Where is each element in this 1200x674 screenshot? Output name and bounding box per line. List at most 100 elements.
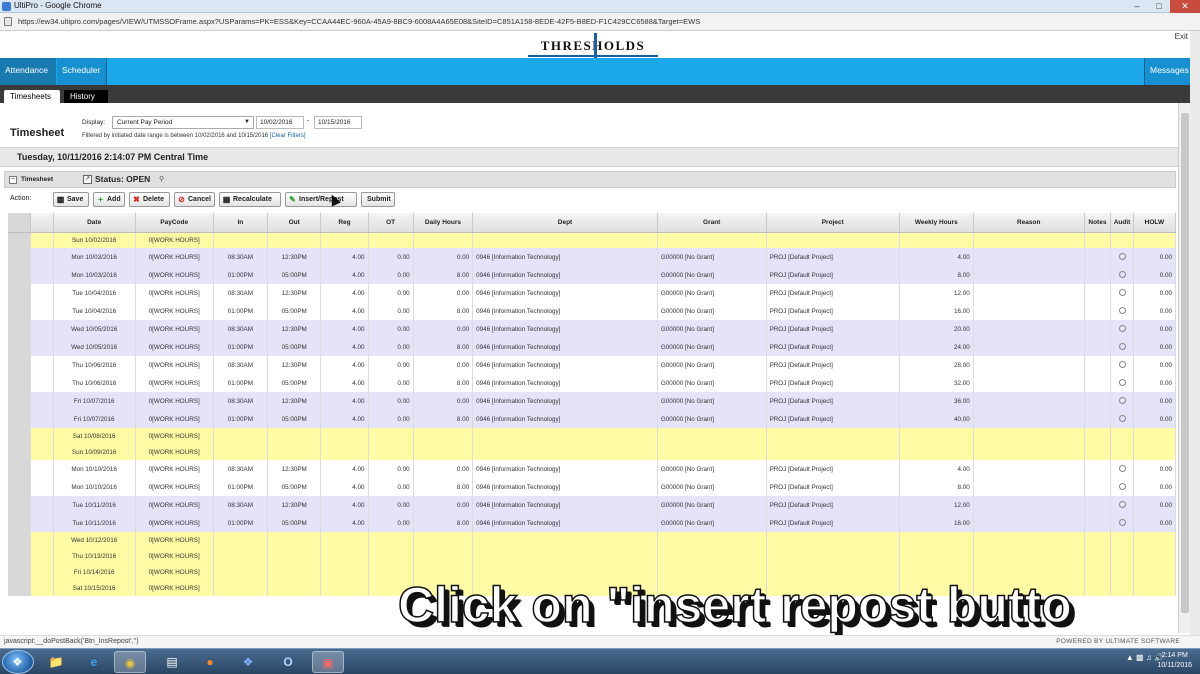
start-date-input[interactable]: 10/02/2016 [256, 116, 304, 129]
cell-audit[interactable] [1110, 478, 1134, 496]
table-row[interactable]: Sun 10/09/2016 0[WORK HOURS] [8, 444, 1176, 460]
audit-magnifier-icon[interactable] [1118, 306, 1126, 314]
cell-paycode[interactable]: 0[WORK HOURS] [135, 428, 214, 444]
cell-dept[interactable]: 0946 [Information Technology] [472, 356, 658, 374]
cell-date[interactable]: Tue 10/11/2016 [53, 496, 136, 514]
cell-paycode[interactable]: 0[WORK HOURS] [135, 284, 214, 302]
cell-weekly[interactable] [899, 532, 974, 548]
cell-in[interactable]: 01:00PM [213, 514, 269, 532]
cell-holw[interactable]: 0.00 [1133, 266, 1176, 284]
cell-paycode[interactable]: 0[WORK HOURS] [135, 338, 214, 356]
cell-audit[interactable] [1110, 302, 1134, 320]
cell-project[interactable] [766, 532, 900, 548]
cell-in[interactable]: 08:30AM [213, 392, 269, 410]
cell-ot[interactable]: 0.00 [368, 338, 414, 356]
table-row[interactable]: Tue 10/11/2016 0[WORK HOURS] 08:30AM 12:30P… [8, 496, 1176, 514]
cell-ot[interactable]: 0.00 [368, 266, 414, 284]
firefox-icon[interactable]: ● [194, 651, 226, 673]
cell-dept[interactable]: 0946 [Information Technology] [472, 392, 658, 410]
cell-reason[interactable] [973, 320, 1085, 338]
cell-reason[interactable] [973, 302, 1085, 320]
cell-project[interactable]: PROJ [Default Project] [766, 392, 900, 410]
cell-paycode[interactable]: 0[WORK HOURS] [135, 444, 214, 460]
cell-ot[interactable]: 0.00 [368, 374, 414, 392]
cell-audit[interactable] [1110, 248, 1134, 266]
cell-notes[interactable] [1084, 338, 1112, 356]
cell-paycode[interactable]: 0[WORK HOURS] [135, 514, 214, 532]
audit-magnifier-icon[interactable] [1118, 518, 1126, 526]
cell-holw[interactable]: 0.00 [1133, 302, 1176, 320]
cell-date[interactable]: Sat 10/15/2016 [53, 580, 136, 596]
cell-dept[interactable]: 0946 [Information Technology] [472, 320, 658, 338]
cell-out[interactable] [267, 232, 322, 248]
cell-reason[interactable] [973, 428, 1085, 444]
cell-out[interactable] [267, 428, 322, 444]
audit-magnifier-icon[interactable] [1118, 252, 1126, 260]
cell-in[interactable] [213, 444, 269, 460]
row-selector[interactable] [8, 410, 32, 428]
cell-out[interactable] [267, 580, 322, 596]
cell-project[interactable]: PROJ [Default Project] [766, 374, 900, 392]
cell-audit[interactable] [1110, 374, 1134, 392]
cell-daily[interactable]: 8.00 [413, 374, 474, 392]
minimize-icon[interactable]: – [1126, 0, 1148, 13]
cell-in[interactable]: 01:00PM [213, 338, 269, 356]
cell-reg[interactable]: 4.00 [320, 320, 369, 338]
exit-link[interactable]: Exit [1175, 32, 1188, 41]
row-selector[interactable] [8, 338, 32, 356]
cell-daily[interactable]: 0.00 [413, 356, 474, 374]
cell-ot[interactable] [368, 232, 414, 248]
cell-reg[interactable]: 4.00 [320, 284, 369, 302]
cell-project[interactable]: PROJ [Default Project] [766, 266, 900, 284]
nav-messages[interactable]: Messages [1144, 58, 1190, 85]
cell-reason[interactable] [973, 532, 1085, 548]
cell-project[interactable]: PROJ [Default Project] [766, 514, 900, 532]
cell-paycode[interactable]: 0[WORK HOURS] [135, 356, 214, 374]
cell-project[interactable]: PROJ [Default Project] [766, 284, 900, 302]
media-icon[interactable]: ▣ [312, 651, 344, 673]
cell-notes[interactable] [1084, 320, 1112, 338]
table-row[interactable]: Sat 10/08/2016 0[WORK HOURS] [8, 428, 1176, 444]
cell-reg[interactable]: 4.00 [320, 514, 369, 532]
cell-project[interactable] [766, 548, 900, 564]
cell-holw[interactable] [1133, 532, 1176, 548]
cell-in[interactable]: 08:30AM [213, 320, 269, 338]
cell-project[interactable]: PROJ [Default Project] [766, 338, 900, 356]
cell-grant[interactable]: G00000 [No Grant] [657, 460, 767, 478]
cell-date[interactable]: Fri 10/07/2016 [53, 410, 136, 428]
cell-notes[interactable] [1084, 248, 1112, 266]
cell-ot[interactable] [368, 532, 414, 548]
column-header[interactable]: Reason [973, 213, 1085, 233]
audit-magnifier-icon[interactable] [1118, 270, 1126, 278]
cell-out[interactable]: 12:30PM [267, 392, 322, 410]
cell-date[interactable]: Mon 10/03/2016 [53, 266, 136, 284]
cell-paycode[interactable]: 0[WORK HOURS] [135, 232, 214, 248]
cell-project[interactable]: PROJ [Default Project] [766, 496, 900, 514]
cell-reason[interactable] [973, 496, 1085, 514]
cell-daily[interactable]: 0.00 [413, 392, 474, 410]
cell-weekly[interactable] [899, 444, 974, 460]
cell-date[interactable]: Thu 10/06/2016 [53, 374, 136, 392]
row-selector[interactable] [8, 284, 32, 302]
cell-reg[interactable] [320, 548, 369, 564]
cell-grant[interactable]: G00000 [No Grant] [657, 496, 767, 514]
cell-ot[interactable]: 0.00 [368, 302, 414, 320]
cell-audit[interactable] [1110, 496, 1134, 514]
cell-notes[interactable] [1084, 302, 1112, 320]
cell-weekly[interactable]: 4.00 [899, 460, 974, 478]
cell-holw[interactable]: 0.00 [1133, 284, 1176, 302]
cell-grant[interactable] [657, 532, 767, 548]
cell-paycode[interactable]: 0[WORK HOURS] [135, 248, 214, 266]
cell-grant[interactable]: G00000 [No Grant] [657, 248, 767, 266]
row-selector[interactable] [8, 428, 32, 444]
chrome-icon[interactable]: ◉ [114, 651, 146, 673]
cell-dept[interactable]: 0946 [Information Technology] [472, 374, 658, 392]
cell-reg[interactable] [320, 444, 369, 460]
cell-daily[interactable]: 0.00 [413, 496, 474, 514]
column-header[interactable]: Grant [657, 213, 767, 233]
cell-notes[interactable] [1084, 428, 1112, 444]
cell-date[interactable]: Wed 10/05/2016 [53, 338, 136, 356]
cell-reg[interactable]: 4.00 [320, 266, 369, 284]
cell-reason[interactable] [973, 514, 1085, 532]
cell-ot[interactable]: 0.00 [368, 248, 414, 266]
